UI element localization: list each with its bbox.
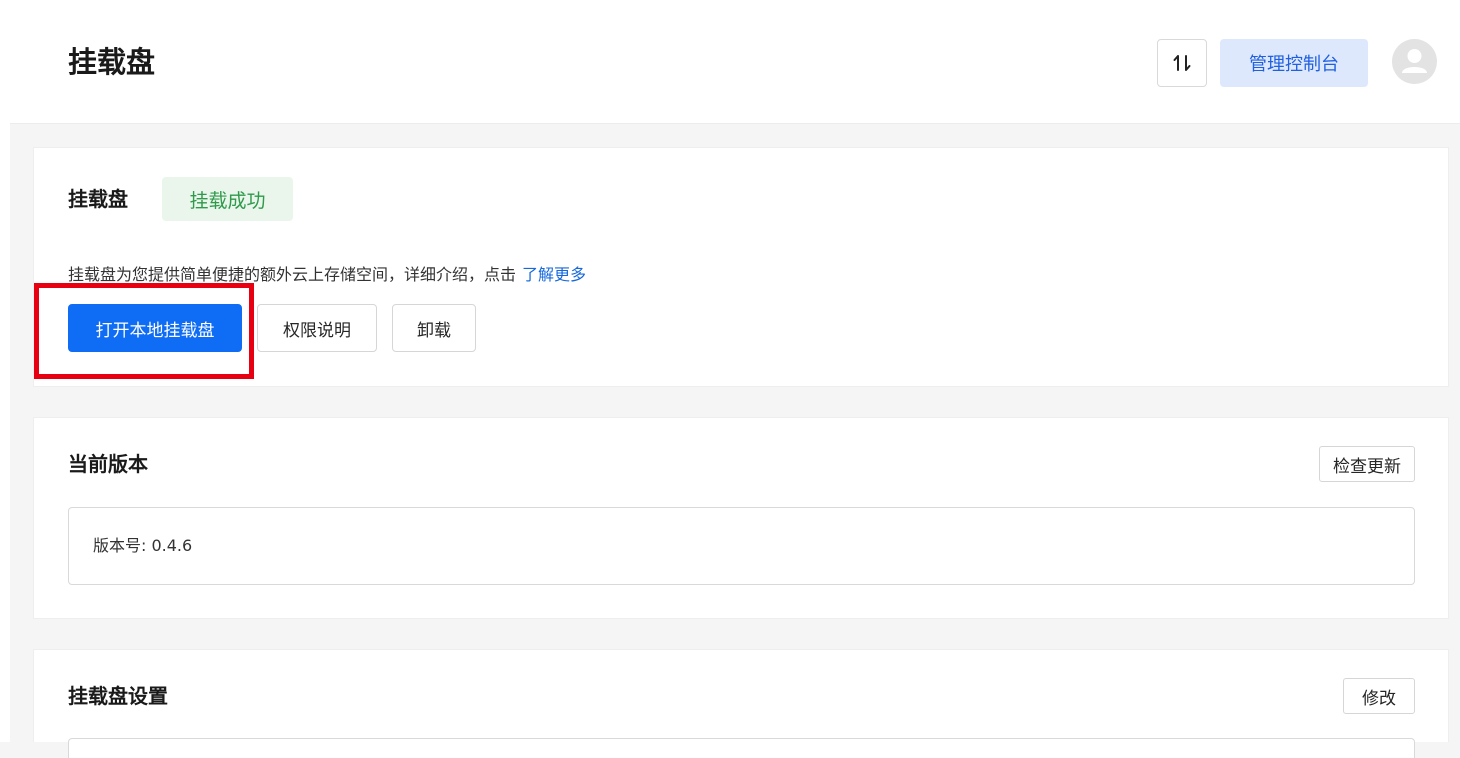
permissions-button[interactable]: 权限说明 <box>257 304 377 352</box>
status-badge: 挂载成功 <box>162 177 293 221</box>
page-header: 挂载盘 管理控制台 <box>10 0 1460 124</box>
left-edge <box>0 0 10 742</box>
settings-card: 挂载盘设置 修改 <box>33 649 1449 758</box>
version-info-box: 版本号: 0.4.6 <box>68 507 1415 585</box>
mount-card-title: 挂载盘 <box>68 187 128 211</box>
modify-button[interactable]: 修改 <box>1343 678 1415 714</box>
console-button[interactable]: 管理控制台 <box>1220 39 1368 87</box>
version-number: 版本号: 0.4.6 <box>93 536 193 555</box>
settings-info-box <box>68 738 1415 758</box>
mount-description-text: 挂载盘为您提供简单便捷的额外云上存储空间，详细介绍，点击 <box>68 265 517 284</box>
learn-more-link[interactable]: 了解更多 <box>522 265 586 284</box>
sort-arrows-icon <box>1173 55 1191 71</box>
version-card-title: 当前版本 <box>68 452 148 476</box>
version-card: 当前版本 检查更新 版本号: 0.4.6 <box>33 417 1449 619</box>
check-update-button[interactable]: 检查更新 <box>1319 446 1415 482</box>
user-avatar-icon <box>1402 49 1427 73</box>
sort-button[interactable] <box>1157 39 1207 87</box>
highlight-annotation-box <box>34 283 254 379</box>
settings-card-title: 挂载盘设置 <box>68 684 168 708</box>
unmount-button[interactable]: 卸载 <box>392 304 476 352</box>
page-title: 挂载盘 <box>68 45 156 79</box>
user-avatar[interactable] <box>1392 39 1437 84</box>
